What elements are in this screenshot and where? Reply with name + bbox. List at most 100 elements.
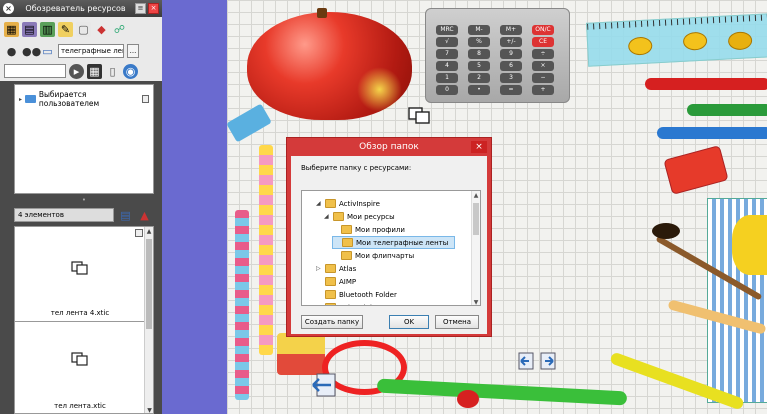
panel-close-button[interactable]: × — [148, 3, 159, 14]
doc-icon[interactable]: ▯ — [105, 64, 120, 79]
patterned-pencil-image — [235, 210, 249, 400]
thumbnail-scrollbar[interactable]: ▲ ▼ — [144, 227, 153, 413]
item-menu-icon[interactable] — [141, 95, 149, 103]
scroll-thumb[interactable] — [146, 239, 152, 329]
item-menu-icon[interactable] — [135, 229, 143, 237]
resource-browser-panel: × Обозреватель ресурсов ≡ × ▦ ▤ ▥ ✎ ▢ ◆ … — [0, 0, 162, 414]
scroll-down-icon[interactable]: ▼ — [145, 406, 153, 413]
person-icon[interactable]: ● — [4, 44, 19, 59]
folder-label: Bluetooth Folder — [339, 290, 397, 299]
panel-title: Обозреватель ресурсов — [25, 4, 126, 13]
calculator-key: 0 — [436, 85, 458, 95]
view-toggle-icon[interactable]: ▤ — [118, 208, 133, 223]
link-icon[interactable]: ☍ — [112, 22, 127, 37]
folder-tree-item[interactable]: Bluetooth Folder — [316, 288, 397, 301]
apple-stem — [317, 8, 327, 18]
folder-tree-item[interactable]: ▷ Atlas — [316, 262, 356, 275]
panel-close-icon[interactable]: × — [3, 3, 14, 14]
monitor-icon[interactable]: ▭ — [40, 44, 55, 59]
folder-label: AIMP — [339, 277, 357, 286]
folder-label: Мои ресурсы — [347, 212, 395, 221]
grid-view-icon[interactable]: ▦ — [87, 63, 102, 79]
folder-label: Atlas — [339, 264, 357, 273]
folder-label: CyberLink — [339, 304, 374, 306]
delete-icon[interactable]: ▲ — [137, 208, 152, 223]
doc-icon[interactable]: ▢ — [76, 21, 91, 37]
shared-resources-icon[interactable]: ▦ — [4, 21, 19, 37]
calculator-key: 7 — [436, 49, 458, 59]
folder-icon — [341, 225, 352, 234]
folder-icon — [325, 264, 336, 273]
calculator-key: = — [500, 85, 522, 95]
folder-tree-item[interactable]: Мои профили — [332, 223, 405, 236]
expand-icon[interactable]: ▷ — [316, 304, 322, 305]
flipchart-file-icon[interactable] — [407, 104, 433, 126]
group-icon[interactable]: ●● — [22, 44, 41, 59]
folder-label: Мои флипчарты — [355, 251, 415, 260]
green-pencil-image — [687, 104, 767, 116]
calculator-key: × — [532, 61, 554, 71]
page-back-icon[interactable] — [309, 372, 339, 398]
list-item[interactable]: тел лента.xtic — [15, 322, 145, 413]
calculator-key: • — [468, 85, 490, 95]
panel-menu-icon[interactable]: ≡ — [135, 3, 146, 14]
calculator-key: − — [532, 73, 554, 83]
calculator-key: 2 — [468, 73, 490, 83]
folder-tree-scrollbar[interactable]: ▲ ▼ — [471, 191, 480, 305]
folder-tree-item[interactable]: ◢ ActivInspire — [316, 197, 380, 210]
scroll-thumb[interactable] — [473, 203, 479, 235]
calculator-key: √ — [436, 37, 458, 47]
search-input[interactable] — [4, 64, 66, 78]
globe-icon[interactable]: ◉ — [123, 63, 138, 79]
list-item[interactable]: тел лента 4.xtic — [15, 227, 145, 321]
item-count-bar: 4 элементов ▤ ▲ — [14, 206, 154, 224]
dialog-prompt: Выберите папку с ресурсами: — [301, 164, 412, 172]
apple-highlight — [357, 67, 402, 112]
calculator-key: 6 — [500, 61, 522, 71]
folder-tree-item[interactable]: Мои телеграфные ленты — [332, 236, 456, 249]
dialog-close-button[interactable]: × — [471, 141, 487, 153]
expand-icon[interactable]: ▸ — [19, 96, 22, 103]
eraser-image — [277, 333, 325, 375]
item-count-label: 4 элементов — [14, 208, 114, 222]
folder-label: ActivInspire — [339, 199, 380, 208]
calculator-image: MRC M- M+ ON/C √% +/- CE 7 8 9 ÷ 4 5 6 × 1 2 3− 0 • = + — [425, 8, 570, 103]
resource-path-field[interactable]: телеграфные ленты — [58, 44, 124, 58]
ruler-ticks — [587, 14, 767, 30]
page-navigation-icon[interactable] — [517, 350, 559, 372]
folder-icon — [325, 303, 336, 305]
folder-tree-item[interactable]: ▷ CyberLink — [316, 301, 374, 306]
calculator-key: 5 — [468, 61, 490, 71]
folder-tree-item[interactable]: AIMP — [316, 275, 356, 288]
apple-image — [247, 8, 412, 120]
ok-button[interactable]: OK — [389, 315, 429, 329]
flipchart-icon[interactable]: ▥ — [40, 21, 55, 37]
scissors-pivot-image — [457, 390, 479, 408]
folder-icon — [325, 277, 336, 286]
dialog-titlebar: Обзор папок × — [287, 138, 491, 156]
folder-tree-item[interactable]: ◢ Мои ресурсы — [324, 210, 395, 223]
notes-icon[interactable]: ✎ — [58, 21, 73, 37]
expand-icon[interactable]: ▷ — [316, 265, 322, 272]
scroll-down-icon[interactable]: ▼ — [472, 298, 480, 305]
browse-folder-dialog: Обзор папок × Выберите папку с ресурсами… — [286, 137, 492, 337]
calculator-key: 3 — [500, 73, 522, 83]
browse-path-button[interactable]: ... — [127, 44, 139, 58]
brush-tip-image — [652, 223, 680, 239]
panel-splitter[interactable]: • — [14, 196, 154, 204]
marker-icon[interactable]: ◆ — [94, 22, 109, 37]
collapse-icon[interactable]: ◢ — [316, 200, 322, 207]
dialog-body: Выберите папку с ресурсами: ▲ ▼ ◢ ActivIn… — [291, 156, 487, 334]
dialog-title: Обзор папок — [359, 142, 419, 152]
new-folder-button[interactable]: Создать папку — [301, 315, 363, 329]
search-go-icon[interactable]: ▸ — [69, 63, 84, 79]
folder-tree-item[interactable]: Мои флипчарты — [332, 249, 414, 262]
tree-item-user-selected[interactable]: ▸ Выбирается пользователем — [15, 85, 153, 113]
calculator-key: ON/C — [532, 25, 554, 35]
collapse-icon[interactable]: ◢ — [324, 213, 330, 220]
my-resources-icon[interactable]: ▤ — [22, 21, 37, 37]
canvas-side-stripe — [162, 0, 227, 414]
scroll-up-icon[interactable]: ▲ — [145, 227, 153, 236]
scroll-up-icon[interactable]: ▲ — [472, 191, 480, 200]
cancel-button[interactable]: Отмена — [435, 315, 479, 329]
